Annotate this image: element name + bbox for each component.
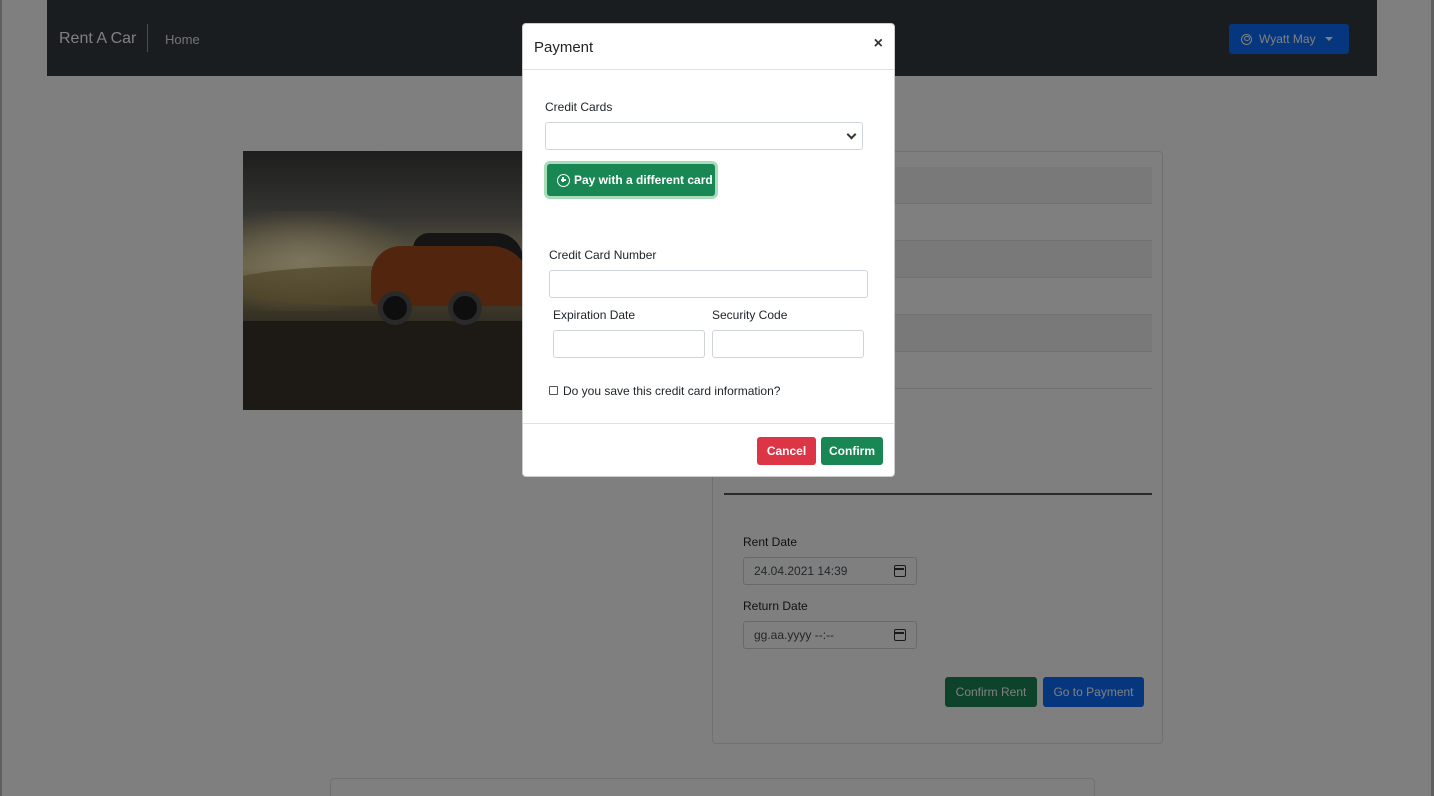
payment-modal: Payment × Credit Cards Pay with a differ… <box>522 23 895 477</box>
modal-title: Payment <box>534 39 594 56</box>
save-card-label[interactable]: Do you save this credit card information… <box>563 384 780 398</box>
cancel-button[interactable]: Cancel <box>757 437 816 465</box>
credit-cards-select[interactable] <box>545 122 863 150</box>
plus-circle-icon <box>557 173 570 187</box>
close-icon[interactable]: × <box>874 36 883 52</box>
chevron-down-icon <box>846 129 857 140</box>
security-code-label: Security Code <box>712 308 788 322</box>
expiration-date-input[interactable] <box>553 330 705 358</box>
modal-header: Payment × <box>523 24 894 70</box>
security-code-input[interactable] <box>712 330 864 358</box>
pay-different-card-button[interactable]: Pay with a different card <box>547 164 715 196</box>
confirm-button[interactable]: Confirm <box>821 437 883 465</box>
card-number-label: Credit Card Number <box>549 248 657 262</box>
pay-different-card-label: Pay with a different card <box>574 173 713 187</box>
card-number-input[interactable] <box>549 270 868 298</box>
credit-cards-label: Credit Cards <box>545 100 613 114</box>
expiration-date-label: Expiration Date <box>553 308 636 322</box>
save-card-checkbox[interactable] <box>549 386 558 395</box>
modal-footer: Cancel Confirm <box>523 423 894 476</box>
